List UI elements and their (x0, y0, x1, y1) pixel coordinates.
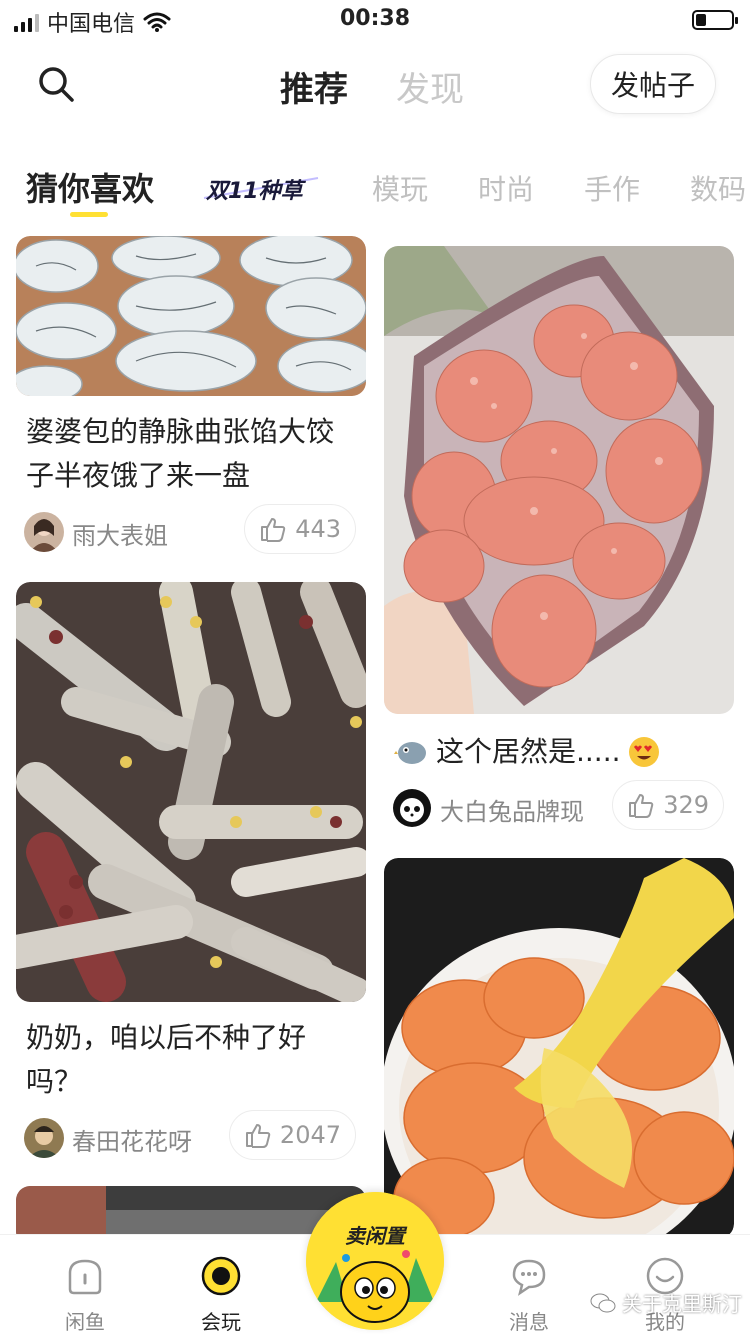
message-bubble-icon (512, 1259, 546, 1296)
tab-label: 闲鱼 (65, 1310, 105, 1334)
card-image-dumplings[interactable] (16, 236, 366, 396)
like-button[interactable]: 443 (244, 504, 356, 554)
category-tab-models[interactable]: 模玩 (372, 168, 428, 208)
thumbs-up-icon (245, 1124, 271, 1148)
bird-emoji-icon (394, 742, 426, 764)
category-tab-double11[interactable]: 双11种草 (200, 170, 322, 206)
card-image-corn[interactable] (16, 582, 366, 1002)
corn-photo (16, 582, 366, 1002)
card-author-row: 大白兔品牌现 329 (384, 780, 734, 836)
avatar[interactable] (392, 788, 432, 828)
card-title: 这个居然是..... (436, 735, 621, 768)
tab-label: 会玩 (201, 1310, 241, 1334)
category-tabs: 猜你喜欢 双11种草 模玩 时尚 手作 数码 (0, 160, 750, 220)
sweet-potato-photo (384, 858, 734, 1238)
category-tab-digital[interactable]: 数码 (690, 168, 746, 208)
wechat-icon (590, 1293, 616, 1312)
like-button[interactable]: 2047 (228, 1110, 356, 1160)
top-header: 推荐 发现 发帖子 (0, 50, 750, 120)
like-button[interactable]: 329 (612, 780, 724, 830)
sell-idle-button[interactable]: 卖闲置 (306, 1192, 444, 1330)
status-bar: 中国电信 00:38 (0, 0, 750, 40)
author-name[interactable]: 雨大表姐 (72, 516, 168, 551)
double11-badge-icon: 双11种草 (200, 174, 319, 204)
avatar[interactable] (24, 512, 64, 552)
wechat-watermark: 关于克里斯汀 (590, 1288, 742, 1317)
card-author-row: 雨大表姐 443 (16, 504, 366, 560)
xianyu-home-icon (68, 1259, 102, 1295)
sell-mascot-icon (306, 1192, 444, 1330)
like-count: 443 (295, 515, 341, 543)
card-image-candy[interactable] (384, 246, 734, 714)
top-nav-tabs: 推荐 发现 (280, 62, 464, 111)
card-title[interactable]: 婆婆包的静脉曲张馅大饺子半夜饿了来一盘 (16, 410, 366, 498)
heart-eyes-emoji-icon (628, 737, 659, 767)
avatar[interactable] (24, 1118, 64, 1158)
author-name[interactable]: 春田花花呀 (72, 1122, 192, 1157)
battery-icon (692, 10, 738, 30)
dumplings-photo (16, 236, 366, 396)
status-time: 00:38 (339, 6, 411, 31)
tab-messages[interactable]: 消息 (484, 1255, 574, 1334)
thumbs-up-icon (261, 518, 286, 542)
post-button[interactable]: 发帖子 (590, 54, 716, 114)
battery-fill (696, 14, 706, 26)
search-icon[interactable] (36, 64, 76, 104)
watermark-text: 关于克里斯汀 (622, 1292, 742, 1316)
card-image-sweet-potato[interactable] (384, 858, 734, 1238)
double11-label: 双11种草 (205, 179, 307, 204)
sell-idle-label: 卖闲置 (345, 1224, 405, 1248)
card-title-row[interactable]: 这个居然是..... (384, 730, 734, 774)
thumbs-up-icon (629, 794, 654, 818)
feed-card[interactable]: 这个居然是..... 大白兔品牌现 329 (384, 246, 734, 836)
category-tab-guess[interactable]: 猜你喜欢 (26, 164, 154, 210)
feed-card[interactable]: 奶奶，咱以后不种了好吗？ 春田花花呀 2047 (16, 582, 366, 1166)
author-name[interactable]: 大白兔品牌现 (440, 792, 584, 827)
play-ring-icon (201, 1256, 241, 1296)
candy-bag-photo (384, 246, 734, 714)
tab-recommend[interactable]: 推荐 (280, 62, 348, 111)
card-author-row: 春田花花呀 2047 (16, 1110, 366, 1166)
tab-xianyu[interactable]: 闲鱼 (40, 1255, 130, 1334)
like-count: 2047 (279, 1121, 341, 1149)
like-count: 329 (663, 791, 709, 819)
feed-card[interactable] (384, 858, 734, 1238)
category-tab-handmade[interactable]: 手作 (584, 168, 640, 208)
category-tab-fashion[interactable]: 时尚 (478, 168, 534, 208)
tab-discover[interactable]: 发现 (396, 62, 464, 111)
tab-huiwan[interactable]: 会玩 (176, 1255, 266, 1334)
tab-label: 消息 (509, 1310, 549, 1334)
active-tab-indicator (70, 212, 108, 217)
card-title[interactable]: 奶奶，咱以后不种了好吗？ (16, 1016, 366, 1104)
feed-card[interactable]: 婆婆包的静脉曲张馅大饺子半夜饿了来一盘 雨大表姐 443 (16, 236, 366, 560)
